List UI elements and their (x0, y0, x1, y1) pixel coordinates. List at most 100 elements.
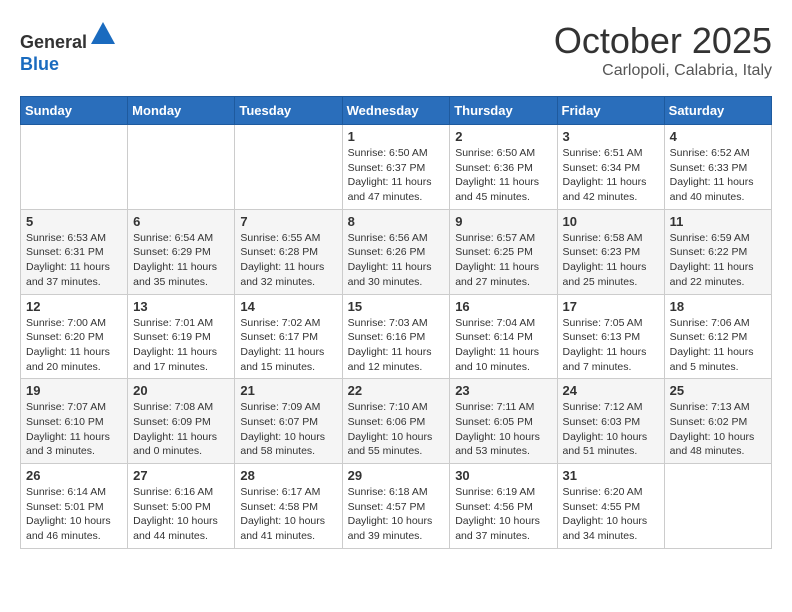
calendar-cell: 6 Sunrise: 6:54 AM Sunset: 6:29 PM Daylig… (128, 209, 235, 294)
day-info: Sunrise: 7:12 AM Sunset: 6:03 PM Dayligh… (563, 400, 659, 459)
day-number: 27 (133, 468, 229, 483)
day-number: 6 (133, 214, 229, 229)
calendar-cell: 10Sunrise: 6:58 AM Sunset: 6:23 PM Dayli… (557, 209, 664, 294)
calendar-cell: 28Sunrise: 6:17 AM Sunset: 4:58 PM Dayli… (235, 464, 342, 549)
day-number: 18 (670, 299, 766, 314)
calendar-cell: 31Sunrise: 6:20 AM Sunset: 4:55 PM Dayli… (557, 464, 664, 549)
logo-icon (89, 20, 117, 48)
day-number: 29 (348, 468, 445, 483)
day-number: 23 (455, 383, 551, 398)
calendar-cell: 29 Sunrise: 6:18 AM Sunset: 4:57 PM Dayli… (342, 464, 450, 549)
calendar-cell: 7 Sunrise: 6:55 AM Sunset: 6:28 PM Daylig… (235, 209, 342, 294)
logo-general: General (20, 32, 87, 52)
calendar-table: SundayMondayTuesdayWednesdayThursdayFrid… (20, 96, 772, 549)
calendar-cell: 17Sunrise: 7:05 AM Sunset: 6:13 PM Dayli… (557, 294, 664, 379)
day-number: 21 (240, 383, 336, 398)
calendar-cell: 20Sunrise: 7:08 AM Sunset: 6:09 PM Dayli… (128, 379, 235, 464)
day-info: Sunrise: 6:18 AM Sunset: 4:57 PM Dayligh… (348, 485, 445, 544)
calendar-cell: 24 Sunrise: 7:12 AM Sunset: 6:03 PM Dayli… (557, 379, 664, 464)
calendar-cell: 18 Sunrise: 7:06 AM Sunset: 6:12 PM Dayli… (664, 294, 771, 379)
day-info: Sunrise: 7:01 AM Sunset: 6:19 PM Dayligh… (133, 316, 229, 375)
day-info: Sunrise: 6:16 AM Sunset: 5:00 PM Dayligh… (133, 485, 229, 544)
day-info: Sunrise: 7:04 AM Sunset: 6:14 PM Dayligh… (455, 316, 551, 375)
day-number: 14 (240, 299, 336, 314)
day-header-sunday: Sunday (21, 97, 128, 125)
day-info: Sunrise: 7:03 AM Sunset: 6:16 PM Dayligh… (348, 316, 445, 375)
calendar-cell: 2Sunrise: 6:50 AM Sunset: 6:36 PM Daylig… (450, 125, 557, 210)
calendar-cell: 5 Sunrise: 6:53 AM Sunset: 6:31 PM Daylig… (21, 209, 128, 294)
day-info: Sunrise: 6:50 AM Sunset: 6:37 PM Dayligh… (348, 146, 445, 205)
day-number: 20 (133, 383, 229, 398)
month-title: October 2025 (554, 20, 772, 62)
day-number: 24 (563, 383, 659, 398)
calendar-cell: 14Sunrise: 7:02 AM Sunset: 6:17 PM Dayli… (235, 294, 342, 379)
calendar-header-row: SundayMondayTuesdayWednesdayThursdayFrid… (21, 97, 772, 125)
day-number: 8 (348, 214, 445, 229)
calendar-cell: 4Sunrise: 6:52 AM Sunset: 6:33 PM Daylig… (664, 125, 771, 210)
day-number: 26 (26, 468, 122, 483)
calendar-cell: 3 Sunrise: 6:51 AM Sunset: 6:34 PM Daylig… (557, 125, 664, 210)
day-info: Sunrise: 7:13 AM Sunset: 6:02 PM Dayligh… (670, 400, 766, 459)
calendar-cell (235, 125, 342, 210)
logo-blue: Blue (20, 54, 59, 74)
calendar-cell (664, 464, 771, 549)
day-header-tuesday: Tuesday (235, 97, 342, 125)
calendar-cell: 1Sunrise: 6:50 AM Sunset: 6:37 PM Daylig… (342, 125, 450, 210)
day-info: Sunrise: 6:55 AM Sunset: 6:28 PM Dayligh… (240, 231, 336, 290)
day-number: 30 (455, 468, 551, 483)
title-block: October 2025 Carlopoli, Calabria, Italy (554, 20, 772, 80)
day-number: 3 (563, 129, 659, 144)
calendar-cell: 22Sunrise: 7:10 AM Sunset: 6:06 PM Dayli… (342, 379, 450, 464)
day-number: 7 (240, 214, 336, 229)
calendar-cell: 30 Sunrise: 6:19 AM Sunset: 4:56 PM Dayli… (450, 464, 557, 549)
day-number: 22 (348, 383, 445, 398)
calendar-cell: 23 Sunrise: 7:11 AM Sunset: 6:05 PM Dayli… (450, 379, 557, 464)
day-number: 12 (26, 299, 122, 314)
calendar-cell: 26 Sunrise: 6:14 AM Sunset: 5:01 PM Dayli… (21, 464, 128, 549)
calendar-cell: 16 Sunrise: 7:04 AM Sunset: 6:14 PM Dayli… (450, 294, 557, 379)
calendar-cell: 13 Sunrise: 7:01 AM Sunset: 6:19 PM Dayli… (128, 294, 235, 379)
calendar-cell: 11Sunrise: 6:59 AM Sunset: 6:22 PM Dayli… (664, 209, 771, 294)
day-info: Sunrise: 6:54 AM Sunset: 6:29 PM Dayligh… (133, 231, 229, 290)
day-number: 16 (455, 299, 551, 314)
day-info: Sunrise: 6:50 AM Sunset: 6:36 PM Dayligh… (455, 146, 551, 205)
day-number: 13 (133, 299, 229, 314)
calendar-week-row: 26 Sunrise: 6:14 AM Sunset: 5:01 PM Dayli… (21, 464, 772, 549)
day-info: Sunrise: 7:11 AM Sunset: 6:05 PM Dayligh… (455, 400, 551, 459)
day-info: Sunrise: 6:19 AM Sunset: 4:56 PM Dayligh… (455, 485, 551, 544)
calendar-cell: 9 Sunrise: 6:57 AM Sunset: 6:25 PM Daylig… (450, 209, 557, 294)
day-info: Sunrise: 7:06 AM Sunset: 6:12 PM Dayligh… (670, 316, 766, 375)
day-info: Sunrise: 7:07 AM Sunset: 6:10 PM Dayligh… (26, 400, 122, 459)
day-header-friday: Friday (557, 97, 664, 125)
page-header: General Blue October 2025 Carlopoli, Cal… (20, 20, 772, 80)
day-info: Sunrise: 6:20 AM Sunset: 4:55 PM Dayligh… (563, 485, 659, 544)
calendar-week-row: 5 Sunrise: 6:53 AM Sunset: 6:31 PM Daylig… (21, 209, 772, 294)
location-subtitle: Carlopoli, Calabria, Italy (554, 62, 772, 80)
day-info: Sunrise: 7:09 AM Sunset: 6:07 PM Dayligh… (240, 400, 336, 459)
day-info: Sunrise: 7:00 AM Sunset: 6:20 PM Dayligh… (26, 316, 122, 375)
logo: General Blue (20, 20, 117, 75)
day-header-saturday: Saturday (664, 97, 771, 125)
day-info: Sunrise: 6:56 AM Sunset: 6:26 PM Dayligh… (348, 231, 445, 290)
calendar-cell: 27 Sunrise: 6:16 AM Sunset: 5:00 PM Dayli… (128, 464, 235, 549)
day-info: Sunrise: 6:14 AM Sunset: 5:01 PM Dayligh… (26, 485, 122, 544)
calendar-cell: 12 Sunrise: 7:00 AM Sunset: 6:20 PM Dayli… (21, 294, 128, 379)
day-number: 25 (670, 383, 766, 398)
day-info: Sunrise: 6:51 AM Sunset: 6:34 PM Dayligh… (563, 146, 659, 205)
calendar-cell: 15Sunrise: 7:03 AM Sunset: 6:16 PM Dayli… (342, 294, 450, 379)
day-number: 9 (455, 214, 551, 229)
calendar-week-row: 1Sunrise: 6:50 AM Sunset: 6:37 PM Daylig… (21, 125, 772, 210)
calendar-cell: 25 Sunrise: 7:13 AM Sunset: 6:02 PM Dayli… (664, 379, 771, 464)
day-info: Sunrise: 6:58 AM Sunset: 6:23 PM Dayligh… (563, 231, 659, 290)
day-info: Sunrise: 6:17 AM Sunset: 4:58 PM Dayligh… (240, 485, 336, 544)
day-header-monday: Monday (128, 97, 235, 125)
day-number: 5 (26, 214, 122, 229)
day-info: Sunrise: 6:53 AM Sunset: 6:31 PM Dayligh… (26, 231, 122, 290)
day-number: 4 (670, 129, 766, 144)
day-number: 11 (670, 214, 766, 229)
calendar-week-row: 19 Sunrise: 7:07 AM Sunset: 6:10 PM Dayli… (21, 379, 772, 464)
day-header-wednesday: Wednesday (342, 97, 450, 125)
day-info: Sunrise: 6:57 AM Sunset: 6:25 PM Dayligh… (455, 231, 551, 290)
calendar-cell (128, 125, 235, 210)
day-number: 19 (26, 383, 122, 398)
